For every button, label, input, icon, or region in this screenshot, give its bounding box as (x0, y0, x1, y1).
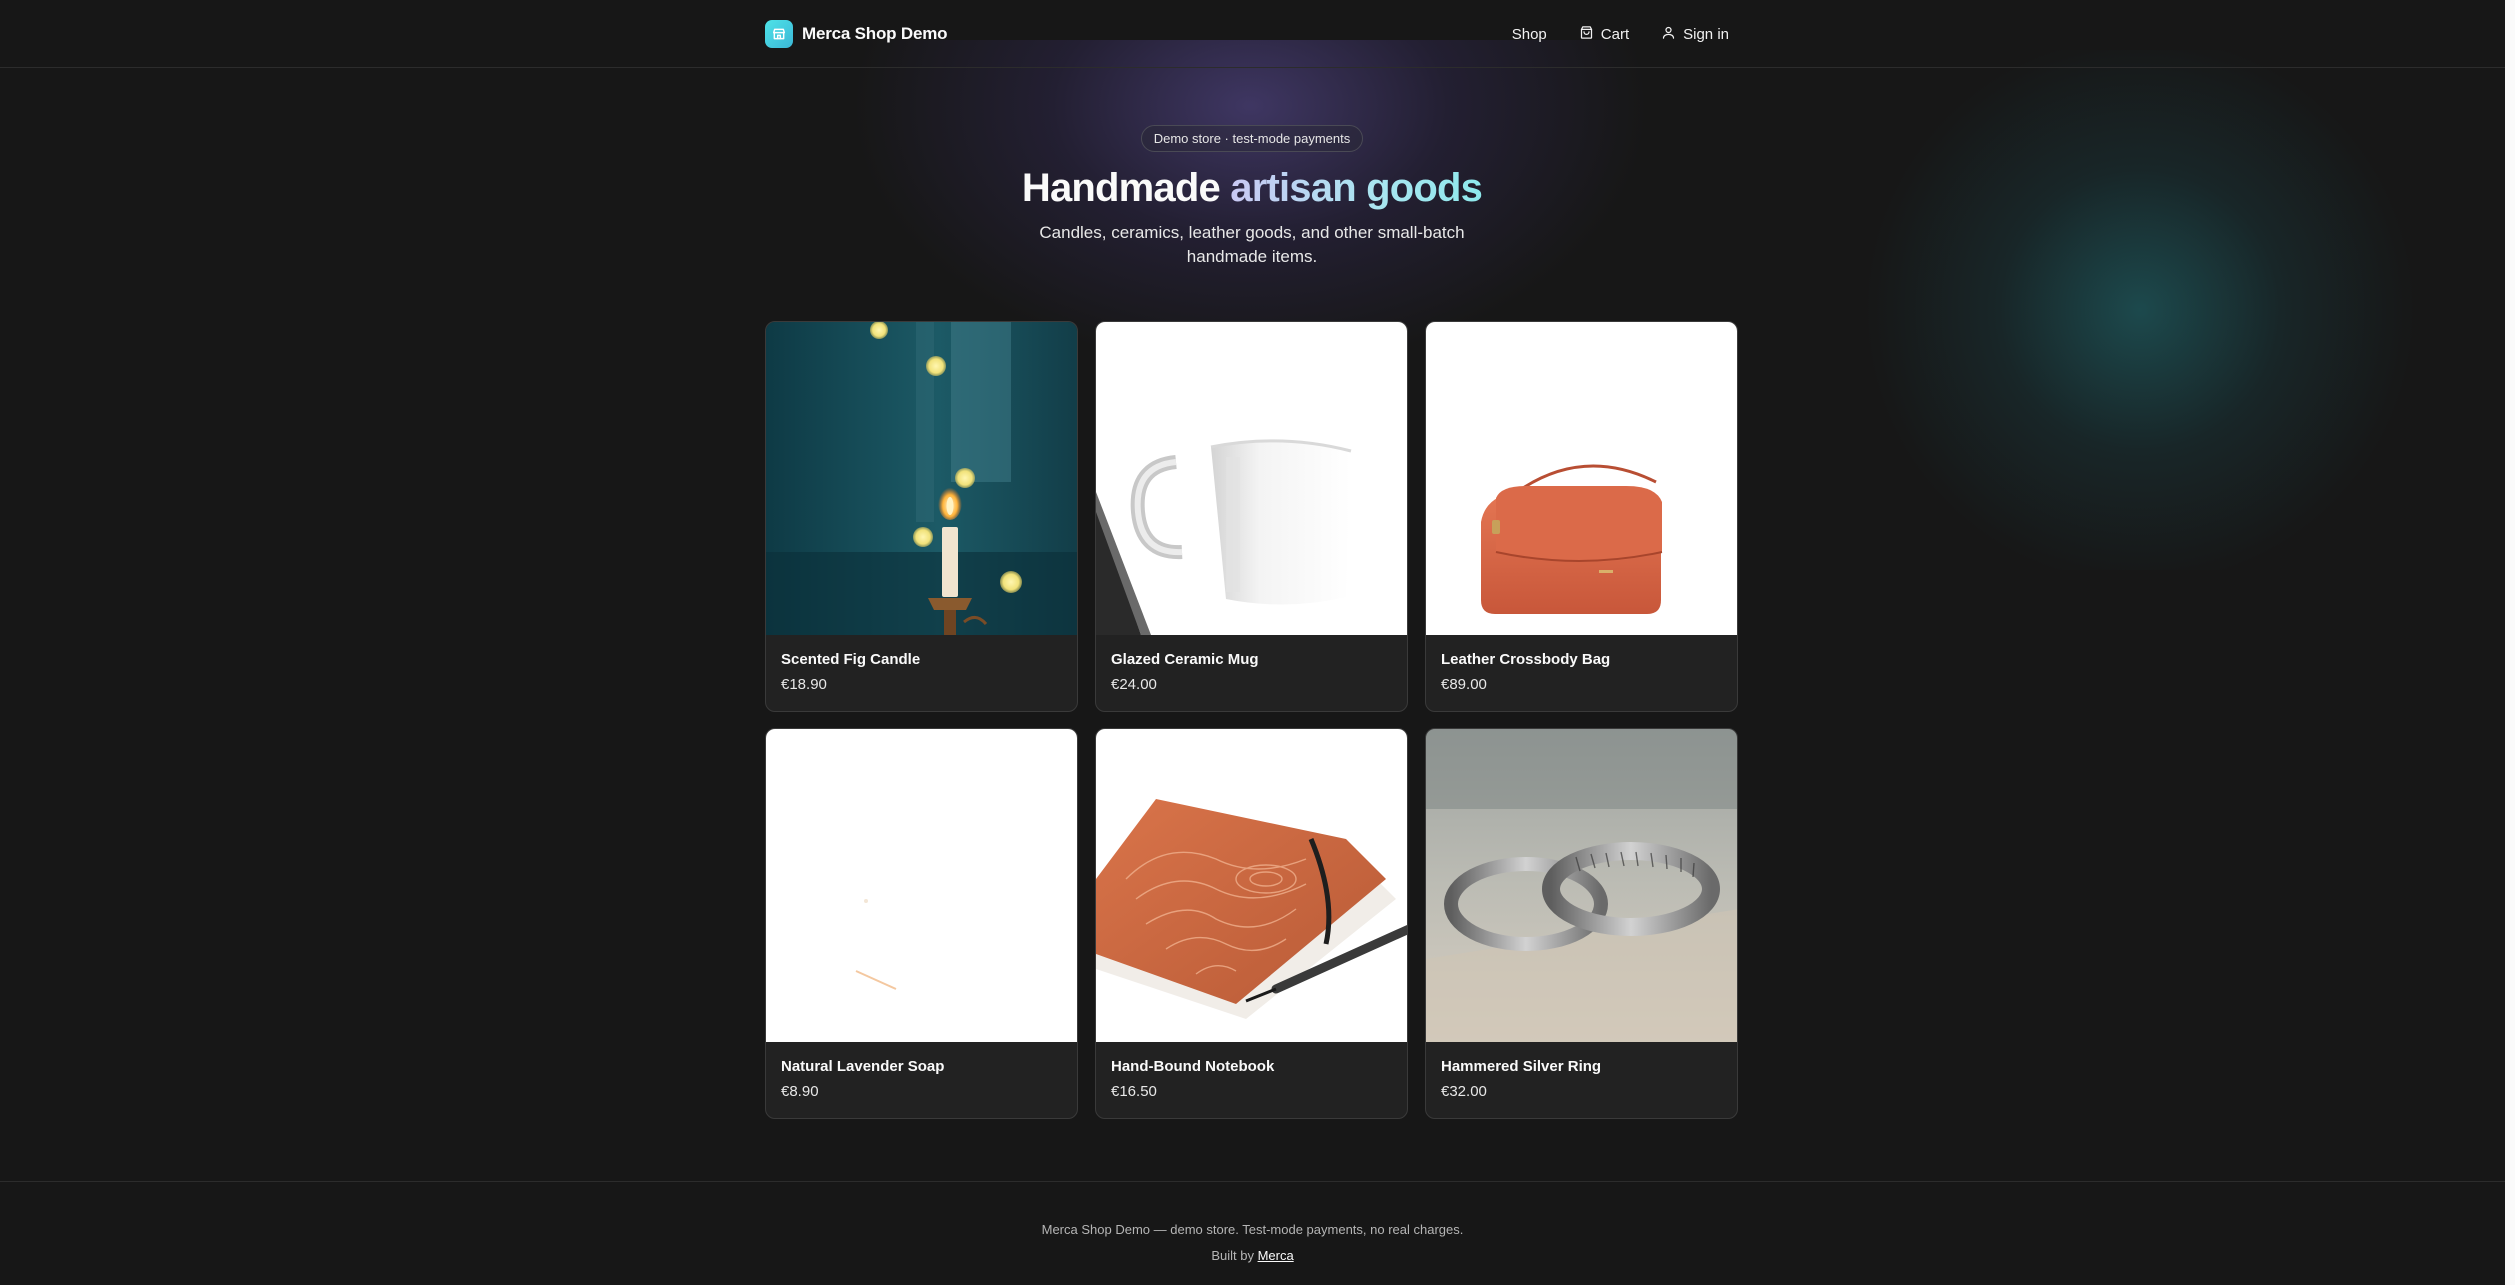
hero: Demo store · test-mode payments Handmade… (765, 68, 1739, 269)
nav-cart-label: Cart (1600, 25, 1630, 43)
user-icon (1661, 25, 1676, 44)
scrollbar[interactable] (2505, 0, 2515, 1285)
footer-note: Merca Shop Demo — demo store. Test-mode … (1041, 1222, 1464, 1237)
product-card[interactable]: Natural Lavender Soap €8.90 (765, 728, 1078, 1119)
nav-cart[interactable]: Cart (1579, 25, 1629, 44)
built-by: Built by Merca (0, 1248, 2505, 1263)
shop-icon (765, 20, 793, 48)
product-card[interactable]: Hammered Silver Ring €32.00 (1425, 728, 1738, 1119)
product-image-mug (1096, 322, 1407, 635)
page-title: Handmade artisan goods (765, 166, 1739, 211)
product-name: Hammered Silver Ring (1441, 1058, 1602, 1075)
product-image-soap (766, 729, 1077, 1042)
product-card[interactable]: Glazed Ceramic Mug €24.00 (1095, 321, 1408, 712)
product-price: €16.50 (1111, 1083, 1157, 1100)
nav-shop[interactable]: Shop (1512, 26, 1547, 43)
site-footer: Merca Shop Demo — demo store. Test-mode … (0, 1181, 2505, 1285)
product-image-candle (766, 322, 1077, 635)
product-price: €89.00 (1441, 676, 1487, 693)
site-header: Merca Shop Demo Shop Cart Sign in (0, 0, 2505, 68)
product-name: Scented Fig Candle (781, 651, 921, 668)
brand-link[interactable]: Merca Shop Demo (765, 20, 948, 48)
built-by-prefix: Built by (1211, 1248, 1258, 1263)
product-image-ring (1426, 729, 1737, 1042)
product-name: Hand-Bound Notebook (1111, 1058, 1275, 1075)
product-name: Leather Crossbody Bag (1441, 651, 1611, 668)
product-card[interactable]: Scented Fig Candle €18.90 (765, 321, 1078, 712)
product-name: Natural Lavender Soap (781, 1058, 945, 1075)
brand-name: Merca Shop Demo (802, 24, 948, 43)
shopping-bag-icon (1579, 25, 1594, 44)
product-name: Glazed Ceramic Mug (1111, 651, 1259, 668)
title-accent: artisan goods (1230, 166, 1483, 210)
nav-shop-label: Shop (1511, 25, 1547, 43)
product-price: €18.90 (781, 676, 827, 693)
background-glow (1830, 50, 2450, 570)
product-price: €24.00 (1111, 676, 1157, 693)
nav-signin[interactable]: Sign in (1661, 25, 1729, 44)
product-card[interactable]: Leather Crossbody Bag €89.00 (1425, 321, 1738, 712)
main-nav: Shop Cart Sign in (1512, 20, 1729, 48)
product-price: €8.90 (781, 1083, 819, 1100)
merca-link[interactable]: Merca (1258, 1248, 1294, 1263)
product-price: €32.00 (1441, 1083, 1487, 1100)
hero-subtitle: Candles, ceramics, leather goods, and ot… (1039, 223, 1465, 266)
product-image-notebook (1096, 729, 1407, 1042)
product-card[interactable]: Hand-Bound Notebook €16.50 (1095, 728, 1408, 1119)
demo-badge: Demo store · test-mode payments (1140, 125, 1364, 152)
product-image-bag (1426, 322, 1737, 635)
title-plain: Handmade (1021, 166, 1231, 210)
nav-signin-label: Sign in (1683, 25, 1729, 43)
product-grid: Scented Fig Candle €18.90 Glazed Ceramic… (765, 321, 1739, 1119)
